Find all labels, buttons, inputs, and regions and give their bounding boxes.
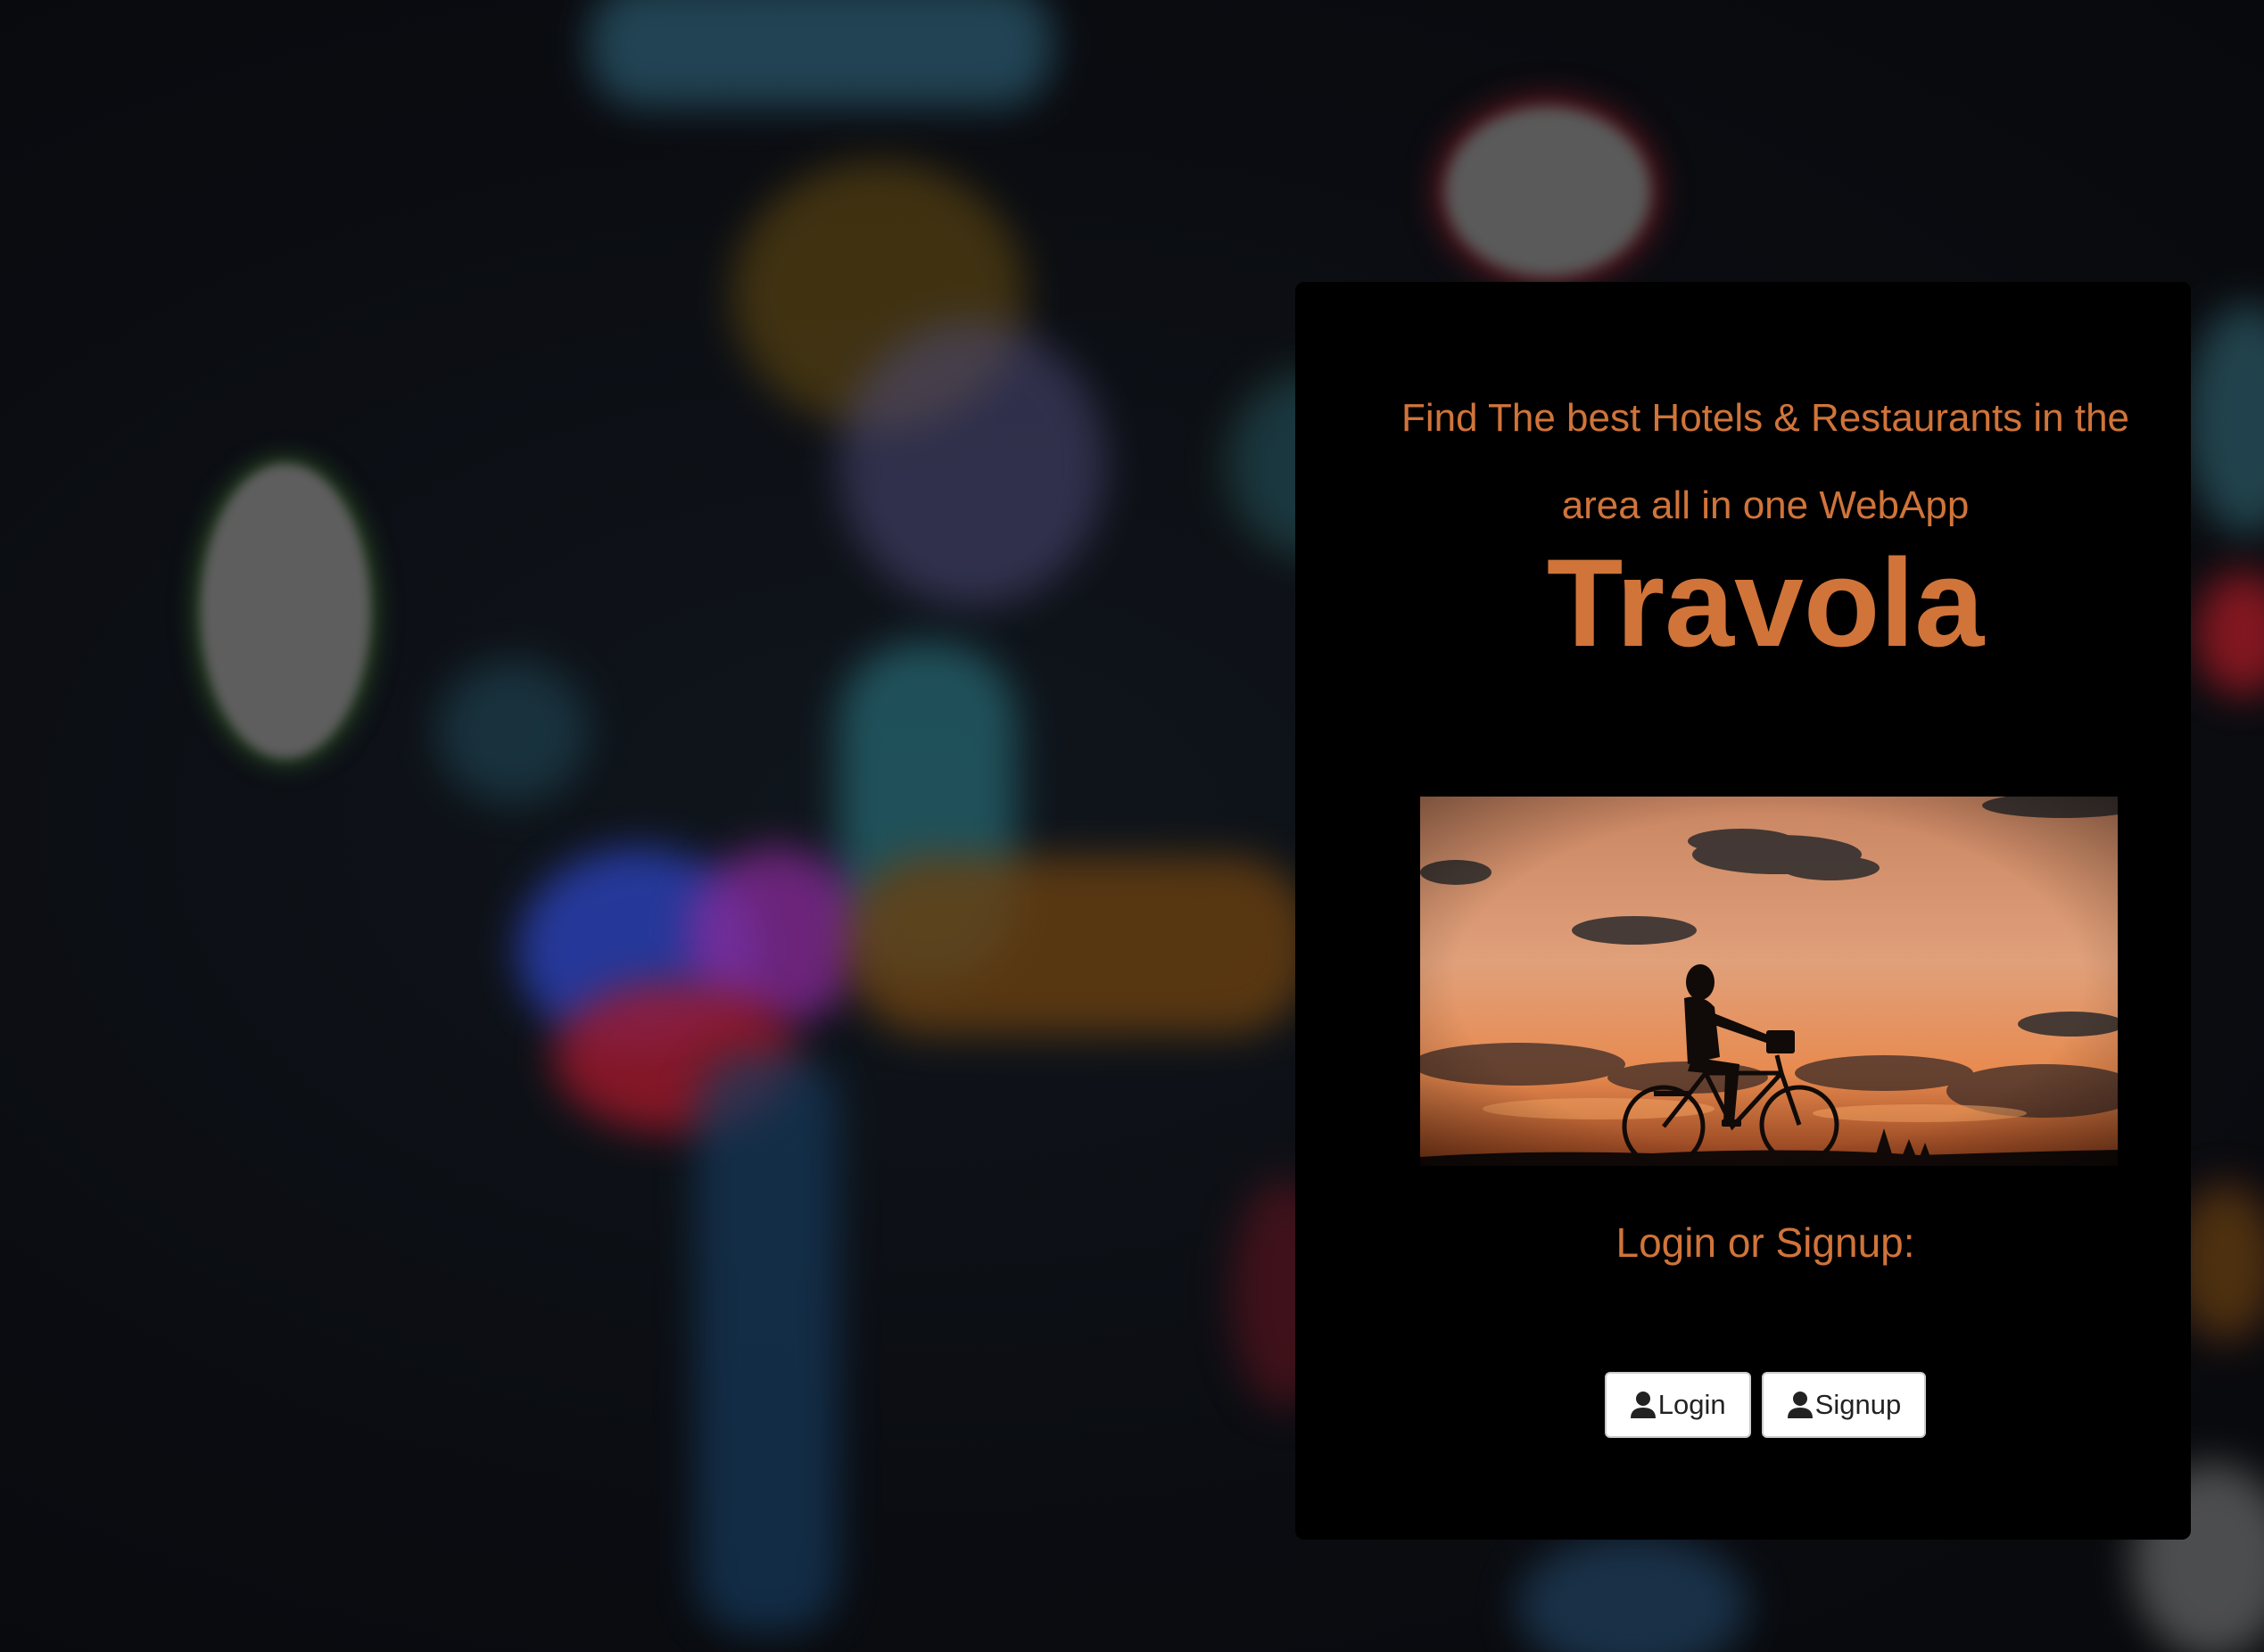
- bokeh-light: [696, 1053, 839, 1632]
- signup-label: Signup: [1814, 1389, 1902, 1420]
- welcome-card: Find The best Hotels & Restaurants in th…: [1295, 282, 2191, 1540]
- user-icon: [1630, 1391, 1657, 1419]
- sunset-cyclist-illustration: [1420, 797, 2118, 1166]
- bokeh-light: [2194, 571, 2264, 696]
- tagline: Find The best Hotels & Restaurants in th…: [1401, 396, 2130, 527]
- login-label: Login: [1657, 1389, 1726, 1420]
- bokeh-light: [1516, 1534, 1748, 1652]
- bokeh-light: [201, 464, 370, 758]
- signup-button[interactable]: Signup: [1761, 1372, 1927, 1438]
- bokeh-light: [839, 321, 1106, 607]
- hero-image: [1420, 797, 2118, 1166]
- auth-prompt: Login or Signup:: [1615, 1219, 1915, 1266]
- login-button[interactable]: Login: [1604, 1372, 1751, 1438]
- bokeh-light: [1445, 107, 1650, 277]
- bokeh-light: [847, 856, 1311, 1035]
- bokeh-light: [437, 660, 589, 803]
- bokeh-light: [2186, 303, 2264, 535]
- bokeh-light: [589, 0, 1053, 107]
- auth-buttons: Login Signup: [1295, 1372, 2191, 1438]
- brand-title: Travola: [1546, 533, 1985, 673]
- user-icon: [1787, 1391, 1814, 1419]
